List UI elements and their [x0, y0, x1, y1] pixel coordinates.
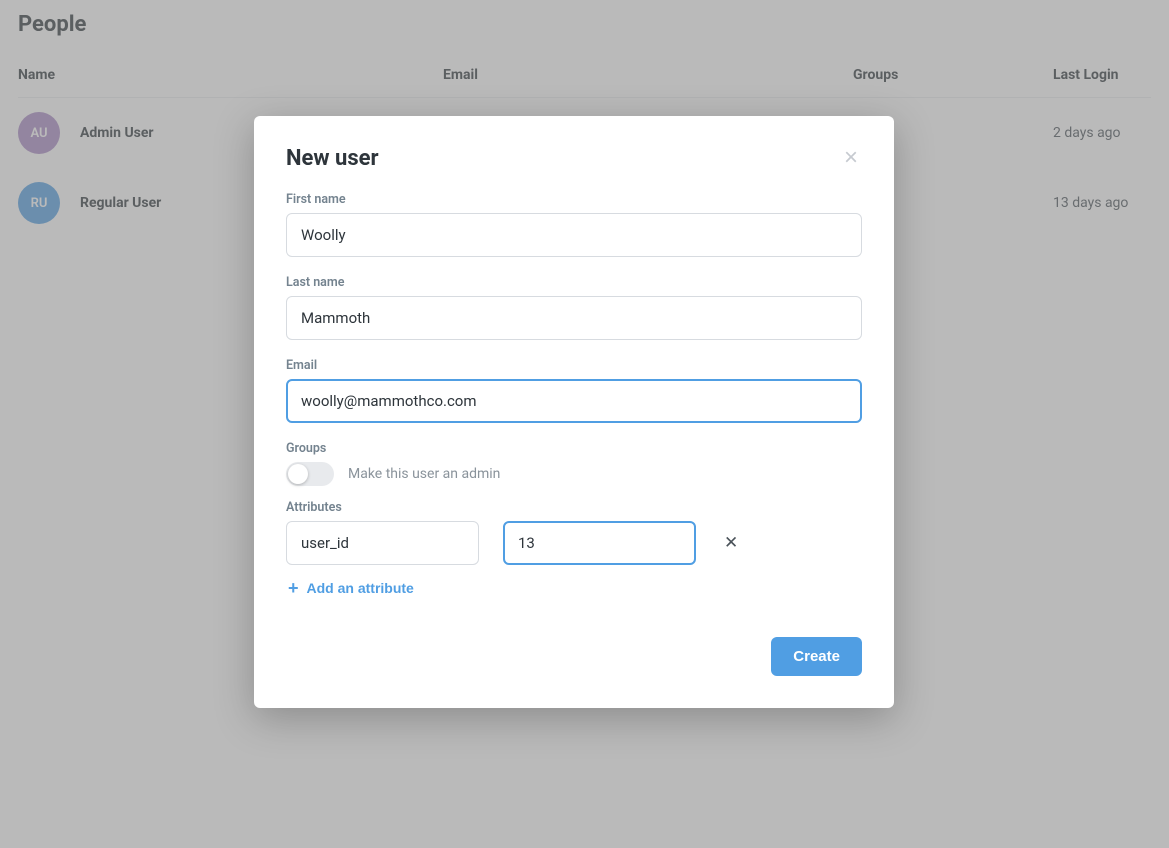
toggle-knob — [288, 464, 308, 484]
admin-toggle[interactable] — [286, 462, 334, 486]
email-group: Email — [286, 358, 862, 423]
close-icon: ✕ — [724, 533, 738, 552]
attribute-row: ✕ — [286, 521, 862, 565]
remove-attribute-button[interactable]: ✕ — [720, 529, 742, 557]
admin-toggle-label: Make this user an admin — [348, 466, 500, 482]
last-name-label: Last name — [286, 275, 862, 290]
first-name-input[interactable] — [286, 213, 862, 257]
groups-label: Groups — [286, 441, 862, 456]
attributes-group: Attributes ✕ + Add an attribute — [286, 500, 862, 603]
close-icon: × — [844, 144, 858, 171]
create-button[interactable]: Create — [771, 637, 862, 676]
modal-title: New user — [286, 146, 379, 171]
attribute-value-input[interactable] — [503, 521, 696, 565]
attributes-label: Attributes — [286, 500, 862, 515]
last-name-input[interactable] — [286, 296, 862, 340]
add-attribute-label: Add an attribute — [307, 580, 414, 596]
email-input[interactable] — [286, 379, 862, 423]
email-label: Email — [286, 358, 862, 373]
close-button[interactable]: × — [840, 142, 862, 174]
groups-group: Groups Make this user an admin — [286, 441, 862, 486]
first-name-group: First name — [286, 192, 862, 257]
new-user-modal: New user × First name Last name Email Gr… — [254, 116, 894, 708]
last-name-group: Last name — [286, 275, 862, 340]
add-attribute-button[interactable]: + Add an attribute — [286, 573, 416, 603]
attribute-key-input[interactable] — [286, 521, 479, 565]
plus-icon: + — [288, 579, 299, 597]
first-name-label: First name — [286, 192, 862, 207]
modal-overlay[interactable]: New user × First name Last name Email Gr… — [0, 0, 1169, 848]
